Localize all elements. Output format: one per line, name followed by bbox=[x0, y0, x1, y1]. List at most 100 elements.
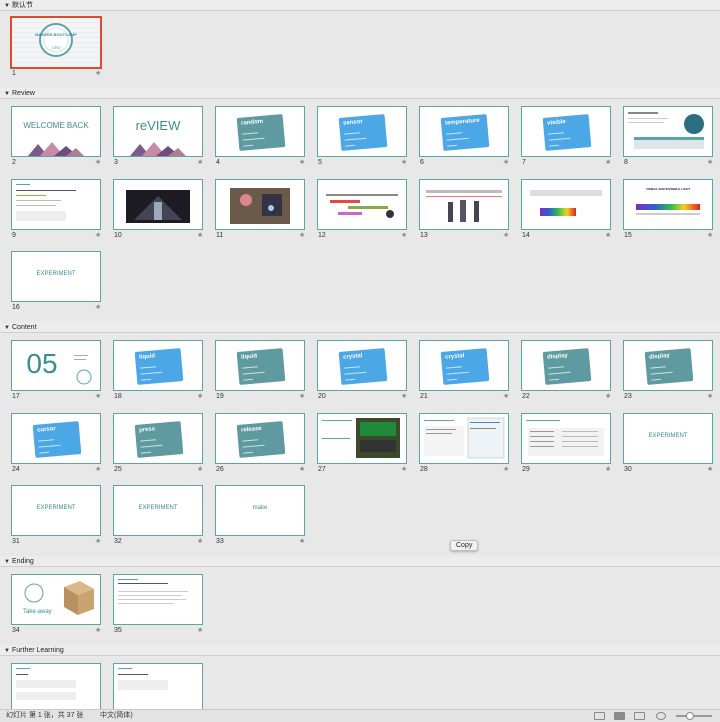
star-icon[interactable]: ★ bbox=[707, 465, 713, 473]
slide-thumbnail-18[interactable]: liquid 18 ★ bbox=[113, 340, 203, 400]
zoom-slider-thumb[interactable] bbox=[686, 712, 694, 720]
normal-view-icon[interactable] bbox=[594, 712, 605, 720]
star-icon[interactable]: ★ bbox=[95, 465, 101, 473]
slide-thumbnail-36[interactable]: 36 ★ bbox=[11, 663, 101, 709]
slide-thumbnail-12[interactable]: 12 ★ bbox=[317, 179, 407, 239]
slide-thumbnail-29[interactable]: 29 ★ bbox=[521, 413, 611, 473]
star-icon[interactable]: ★ bbox=[299, 465, 305, 473]
slide-thumbnail-21[interactable]: crystal 21 ★ bbox=[419, 340, 509, 400]
slide-thumbnail-2[interactable]: WELCOME BACK 2 ★ bbox=[11, 106, 101, 166]
slide-thumbnail-7[interactable]: visible 7 ★ bbox=[521, 106, 611, 166]
slide-preview: 05 bbox=[11, 340, 101, 391]
slide-number: 9 bbox=[12, 232, 16, 239]
star-icon[interactable]: ★ bbox=[503, 231, 509, 239]
star-icon[interactable]: ★ bbox=[95, 626, 101, 634]
star-icon[interactable]: ★ bbox=[95, 303, 101, 311]
slide-thumbnail-25[interactable]: press 25 ★ bbox=[113, 413, 203, 473]
slide-preview bbox=[521, 413, 611, 464]
collapse-triangle-icon[interactable]: ▼ bbox=[4, 557, 10, 568]
slide-thumbnail-34[interactable]: Take-away 34 ★ bbox=[11, 574, 101, 634]
slide-sorter-icon[interactable] bbox=[614, 712, 625, 720]
slide-thumbnail-35[interactable]: 35 ★ bbox=[113, 574, 203, 634]
star-icon[interactable]: ★ bbox=[503, 465, 509, 473]
slide-sorter[interactable]: ▼ 默认节 ▼ Review ▼ Content ▼ Ending ▼ Further L… bbox=[0, 0, 720, 709]
star-icon[interactable]: ★ bbox=[95, 158, 101, 166]
slide-thumbnail-1[interactable]: MAKERS BOOTCAMP CFD 1 ★ bbox=[10, 16, 102, 77]
star-icon[interactable]: ★ bbox=[197, 537, 203, 545]
star-icon[interactable]: ★ bbox=[707, 231, 713, 239]
star-icon[interactable]: ★ bbox=[197, 231, 203, 239]
star-icon[interactable]: ★ bbox=[605, 392, 611, 400]
slide-thumbnail-27[interactable]: 27 ★ bbox=[317, 413, 407, 473]
slide-thumbnail-32[interactable]: EXPERIMENT 32 ★ bbox=[113, 485, 203, 545]
slide-thumbnail-26[interactable]: release 26 ★ bbox=[215, 413, 305, 473]
slide-title: EXPERIMENT bbox=[36, 505, 76, 511]
star-icon[interactable]: ★ bbox=[401, 231, 407, 239]
collapse-triangle-icon[interactable]: ▼ bbox=[4, 323, 10, 334]
slide-thumbnail-9[interactable]: 9 ★ bbox=[11, 179, 101, 239]
star-icon[interactable]: ★ bbox=[299, 231, 305, 239]
slide-thumbnail-14[interactable]: 14 ★ bbox=[521, 179, 611, 239]
slide-thumbnail-11[interactable]: 11 ★ bbox=[215, 179, 305, 239]
star-icon[interactable]: ★ bbox=[605, 465, 611, 473]
slide-thumbnail-30[interactable]: EXPERIMENT 30 ★ bbox=[623, 413, 713, 473]
section-header-further-learning[interactable]: ▼ Further Learning bbox=[0, 645, 720, 656]
star-icon[interactable]: ★ bbox=[197, 158, 203, 166]
star-icon[interactable]: ★ bbox=[197, 392, 203, 400]
star-icon[interactable]: ★ bbox=[503, 392, 509, 400]
section-header-default[interactable]: ▼ 默认节 bbox=[0, 0, 720, 11]
zoom-slider[interactable] bbox=[676, 715, 712, 717]
star-icon[interactable]: ★ bbox=[401, 158, 407, 166]
star-icon[interactable]: ★ bbox=[299, 392, 305, 400]
star-icon[interactable]: ★ bbox=[95, 392, 101, 400]
slide-thumbnail-31[interactable]: EXPERIMENT 31 ★ bbox=[11, 485, 101, 545]
slide-thumbnail-19[interactable]: liquid 19 ★ bbox=[215, 340, 305, 400]
slide-preview bbox=[215, 179, 305, 230]
slide-thumbnail-33[interactable]: make 33 ★ bbox=[215, 485, 305, 545]
collapse-triangle-icon[interactable]: ▼ bbox=[4, 1, 10, 12]
slideshow-icon[interactable] bbox=[656, 712, 666, 720]
star-icon[interactable]: ★ bbox=[707, 158, 713, 166]
section-header-review[interactable]: ▼ Review bbox=[0, 88, 720, 99]
slide-thumbnail-8[interactable]: 8 ★ bbox=[623, 106, 713, 166]
language-status[interactable]: 中文(简体) bbox=[100, 710, 133, 722]
section-header-content[interactable]: ▼ Content bbox=[0, 322, 720, 333]
star-icon[interactable]: ★ bbox=[401, 465, 407, 473]
slide-thumbnail-15[interactable]: VISIBLE AND INVISIBLE LIGHT 15 ★ bbox=[623, 179, 713, 239]
slide-thumbnail-24[interactable]: cursor 24 ★ bbox=[11, 413, 101, 473]
slide-thumbnail-4[interactable]: random 4 ★ bbox=[215, 106, 305, 166]
star-icon[interactable]: ★ bbox=[197, 465, 203, 473]
slide-thumbnail-37[interactable]: 37 ★ bbox=[113, 663, 203, 709]
star-icon[interactable]: ★ bbox=[95, 231, 101, 239]
star-icon[interactable]: ★ bbox=[707, 392, 713, 400]
star-icon[interactable]: ★ bbox=[401, 392, 407, 400]
slide-count-status: 幻灯片 第 1 张，共 37 张 bbox=[6, 712, 84, 719]
slide-thumbnail-10[interactable]: 10 ★ bbox=[113, 179, 203, 239]
slide-thumbnail-5[interactable]: sensor 5 ★ bbox=[317, 106, 407, 166]
slide-thumbnail-20[interactable]: crystal 20 ★ bbox=[317, 340, 407, 400]
slide-thumbnail-23[interactable]: display 23 ★ bbox=[623, 340, 713, 400]
slide-number: 23 bbox=[624, 393, 632, 400]
slide-thumbnail-16[interactable]: EXPERIMENT 16 ★ bbox=[11, 251, 101, 311]
star-icon[interactable]: ★ bbox=[95, 69, 101, 77]
slide-number: 14 bbox=[522, 232, 530, 239]
star-icon[interactable]: ★ bbox=[605, 158, 611, 166]
slide-thumbnail-13[interactable]: 13 ★ bbox=[419, 179, 509, 239]
star-icon[interactable]: ★ bbox=[95, 537, 101, 545]
slide-thumbnail-17[interactable]: 05 17 ★ bbox=[11, 340, 101, 400]
slide-thumbnail-6[interactable]: temperature 6 ★ bbox=[419, 106, 509, 166]
slide-thumbnail-28[interactable]: 28 ★ bbox=[419, 413, 509, 473]
reading-view-icon[interactable] bbox=[634, 712, 645, 720]
diagram-preview bbox=[326, 194, 398, 218]
star-icon[interactable]: ★ bbox=[197, 626, 203, 634]
slide-preview: EXPERIMENT bbox=[11, 251, 101, 302]
collapse-triangle-icon[interactable]: ▼ bbox=[4, 89, 10, 100]
slide-thumbnail-22[interactable]: display 22 ★ bbox=[521, 340, 611, 400]
slide-thumbnail-3[interactable]: reVIEW 3 ★ bbox=[113, 106, 203, 166]
star-icon[interactable]: ★ bbox=[299, 158, 305, 166]
collapse-triangle-icon[interactable]: ▼ bbox=[4, 646, 10, 657]
star-icon[interactable]: ★ bbox=[299, 537, 305, 545]
star-icon[interactable]: ★ bbox=[605, 231, 611, 239]
section-header-ending[interactable]: ▼ Ending bbox=[0, 556, 720, 567]
star-icon[interactable]: ★ bbox=[503, 158, 509, 166]
